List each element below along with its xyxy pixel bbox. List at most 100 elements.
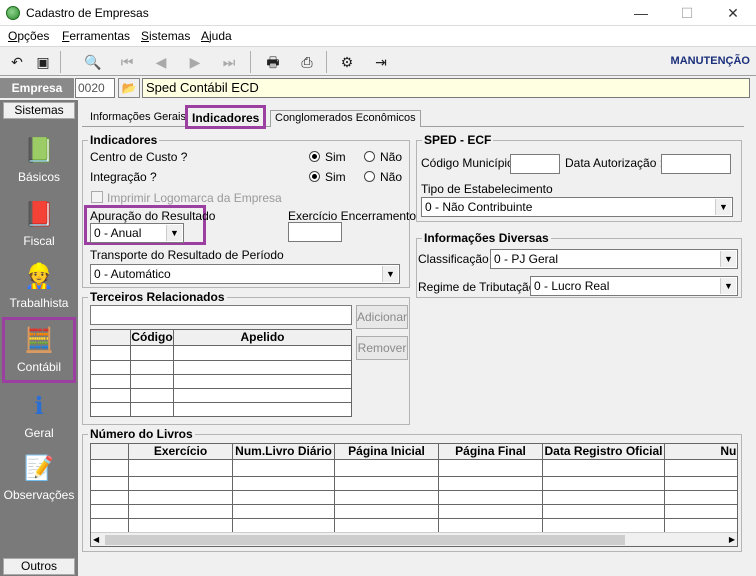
regime-tributacao-select[interactable]: 0 - Lucro Real ▼ bbox=[530, 276, 738, 296]
horizontal-scrollbar[interactable]: ◀ ▶ bbox=[91, 532, 737, 546]
toolbar-separator bbox=[250, 51, 251, 73]
sidebar-item-contabil[interactable]: 🧮 Contábil bbox=[2, 317, 76, 383]
scroll-left-icon[interactable]: ◀ bbox=[93, 533, 99, 546]
apuracao-label: Apuração do Resultado bbox=[90, 209, 216, 223]
sidebar-item-observacoes[interactable]: 📝 Observações bbox=[3, 448, 75, 508]
pagina-final-column-header[interactable]: Página Final bbox=[439, 444, 543, 460]
menu-ajuda[interactable]: Ajuda bbox=[201, 29, 232, 43]
empresa-code-field[interactable]: 0020 bbox=[75, 78, 115, 98]
title-bar: Cadastro de Empresas — ☐ ✕ bbox=[0, 0, 756, 26]
grid-indicator-header bbox=[91, 444, 129, 460]
sidebar-item-basicos[interactable]: 📗 Básicos bbox=[3, 130, 75, 190]
terceiros-grid[interactable]: Código Apelido bbox=[90, 329, 352, 417]
num-livro-diario-column-header[interactable]: Num.Livro Diário bbox=[233, 444, 335, 460]
sidebar-item-label: Observações bbox=[3, 488, 75, 502]
codigo-municipio-label: Código Município : bbox=[421, 156, 521, 170]
remover-button[interactable]: Remover bbox=[356, 336, 408, 360]
menu-opcoes[interactable]: Opções bbox=[8, 29, 49, 43]
integracao-sim-radio[interactable] bbox=[309, 171, 320, 182]
informacoes-diversas-title: Informações Diversas bbox=[422, 231, 551, 245]
grid-col-line bbox=[542, 444, 543, 532]
close-button[interactable]: ✕ bbox=[710, 0, 756, 26]
print-preview-icon[interactable]: ⎙ bbox=[296, 51, 318, 73]
chevron-down-icon: ▼ bbox=[166, 225, 182, 241]
integracao-label: Integração ? bbox=[90, 170, 157, 184]
calculator-icon: 🧮 bbox=[24, 327, 54, 354]
search-document-icon[interactable]: 🔍 bbox=[82, 51, 104, 73]
exit-icon[interactable]: ⇥ bbox=[370, 51, 392, 73]
exercicio-column-header[interactable]: Exercício bbox=[129, 444, 233, 460]
regime-tributacao-label: Regime de Tributação : bbox=[418, 280, 543, 294]
pagina-inicial-column-header[interactable]: Página Inicial bbox=[335, 444, 439, 460]
chevron-down-icon: ▼ bbox=[715, 199, 731, 215]
tipo-estabelecimento-label: Tipo de Estabelecimento bbox=[421, 182, 553, 196]
num-column-header[interactable]: Nur bbox=[665, 444, 737, 460]
apelido-column-header[interactable]: Apelido bbox=[174, 330, 351, 346]
sidebar-item-geral[interactable]: ℹ Geral bbox=[3, 386, 75, 446]
grid-row-line bbox=[91, 518, 737, 519]
grid-col-line bbox=[664, 444, 665, 532]
codigo-municipio-input[interactable] bbox=[510, 154, 560, 174]
terceiros-input[interactable] bbox=[90, 305, 352, 325]
print-icon[interactable]: 🖶 bbox=[262, 51, 284, 73]
tab-indicadores[interactable]: Indicadores bbox=[185, 105, 267, 129]
livros-grid[interactable]: Exercício Num.Livro Diário Página Inicia… bbox=[90, 443, 738, 547]
open-folder-icon[interactable]: 📂 bbox=[118, 78, 140, 98]
undo-icon[interactable]: ↶ bbox=[6, 51, 28, 73]
chevron-down-icon: ▼ bbox=[720, 251, 736, 267]
centro-custo-nao-radio[interactable] bbox=[364, 151, 375, 162]
scrollbar-thumb[interactable] bbox=[105, 535, 625, 545]
data-autorizacao-label: Data Autorização : bbox=[565, 156, 664, 170]
scroll-right-icon[interactable]: ▶ bbox=[729, 533, 735, 546]
grid-indicator-header bbox=[91, 330, 131, 346]
classificacao-select[interactable]: 0 - PJ Geral ▼ bbox=[490, 249, 738, 269]
minimize-button[interactable]: — bbox=[618, 0, 664, 26]
menu-sistemas[interactable]: Sistemas bbox=[141, 29, 190, 43]
tab-informacoes-gerais[interactable]: Informações Gerais bbox=[86, 110, 190, 127]
grid-col-line bbox=[173, 330, 174, 416]
empresa-name-field[interactable]: Sped Contábil ECD bbox=[142, 78, 750, 98]
sidebar-footer[interactable]: Outros bbox=[3, 558, 75, 575]
adicionar-button[interactable]: Adicionar bbox=[356, 305, 408, 329]
settings-icon[interactable]: ⚙ bbox=[336, 51, 358, 73]
indicadores-title: Indicadores bbox=[88, 133, 160, 147]
basicos-icon: 📗 bbox=[24, 137, 54, 164]
grid-row-line bbox=[91, 476, 737, 477]
centro-custo-sim-radio[interactable] bbox=[309, 151, 320, 162]
toolbar: ↶ ▣ 🔍 ⏮ ◀ ▶ ⏭ 🖶 ⎙ ⚙ ⇥ MANUTENÇÃO bbox=[0, 46, 756, 76]
apuracao-select[interactable]: 0 - Anual ▼ bbox=[90, 223, 184, 243]
maximize-button[interactable]: ☐ bbox=[664, 0, 710, 26]
classificacao-label: Classificação : bbox=[418, 252, 496, 266]
next-record-icon[interactable]: ▶ bbox=[184, 51, 206, 73]
sidebar-item-trabalhista[interactable]: 👷 Trabalhista bbox=[3, 256, 75, 316]
save-icon[interactable]: ▣ bbox=[32, 51, 54, 73]
menu-ferramentas[interactable]: Ferramentas bbox=[62, 29, 130, 43]
sim-label: Sim bbox=[325, 170, 346, 184]
first-record-icon[interactable]: ⏮ bbox=[116, 51, 138, 73]
nao-label: Não bbox=[380, 170, 403, 184]
sidebar-item-fiscal[interactable]: 📕 Fiscal bbox=[3, 194, 75, 254]
app-icon bbox=[6, 6, 20, 20]
grid-col-line bbox=[128, 444, 129, 532]
toolbar-separator bbox=[326, 51, 327, 73]
transporte-select[interactable]: 0 - Automático ▼ bbox=[90, 264, 400, 284]
data-autorizacao-input[interactable] bbox=[661, 154, 731, 174]
tipo-estabelecimento-select[interactable]: 0 - Não Contribuinte ▼ bbox=[421, 197, 733, 217]
exercicio-encerramento-input[interactable] bbox=[288, 222, 342, 242]
terceiros-title: Terceiros Relacionados bbox=[88, 290, 227, 304]
grid-col-line bbox=[232, 444, 233, 532]
window-title: Cadastro de Empresas bbox=[26, 6, 149, 20]
data-registro-column-header[interactable]: Data Registro Oficial bbox=[543, 444, 665, 460]
sidebar-item-label: Contábil bbox=[16, 360, 62, 374]
imprimir-logomarca-checkbox[interactable] bbox=[91, 191, 103, 203]
codigo-column-header[interactable]: Código bbox=[131, 330, 174, 346]
sidebar-header[interactable]: Sistemas bbox=[3, 102, 75, 119]
worker-icon: 👷 bbox=[24, 263, 54, 290]
transporte-label: Transporte do Resultado de Período bbox=[90, 248, 284, 262]
last-record-icon[interactable]: ⏭ bbox=[218, 51, 240, 73]
toolbar-separator bbox=[60, 51, 61, 73]
integracao-nao-radio[interactable] bbox=[364, 171, 375, 182]
tab-conglomerados[interactable]: Conglomerados Econômicos bbox=[270, 110, 421, 127]
previous-record-icon[interactable]: ◀ bbox=[150, 51, 172, 73]
livros-title: Número do Livros bbox=[88, 427, 195, 441]
